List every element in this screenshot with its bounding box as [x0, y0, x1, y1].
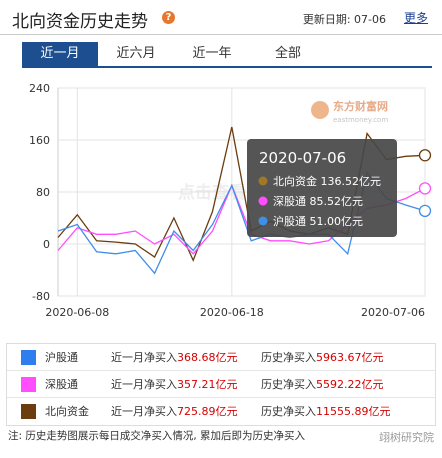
wechat-watermark: 翊树研究院 — [379, 431, 434, 444]
logo-text: 东方财富网 — [333, 99, 388, 113]
tooltip: 2020-07-06 北向资金 136.52亿元深股通 85.52亿元沪股通 51… — [247, 139, 397, 237]
tab-underline — [22, 66, 432, 68]
tab-6m[interactable]: 近六月 — [98, 42, 174, 66]
tooltip-date: 2020-07-06 — [259, 149, 346, 167]
range-tabs: 近一月 近六月 近一年 全部 — [22, 42, 326, 68]
tab-1y[interactable]: 近一年 — [174, 42, 250, 66]
tooltip-row: 深股通 85.52亿元 — [273, 195, 363, 208]
y-tick-label: 240 — [29, 82, 50, 95]
x-tick-label: 2020-06-18 — [200, 306, 264, 319]
tooltip-row: 沪股通 51.00亿元 — [273, 214, 363, 228]
legend-table: 沪股通 近一月净买入368.68亿元 历史净买入5963.67亿元 深股通 近一… — [6, 343, 436, 426]
tooltip-dot — [258, 176, 268, 186]
y-tick-label: 80 — [36, 186, 50, 199]
legend-row: 深股通 近一月净买入357.21亿元 历史净买入5592.22亿元 — [7, 371, 435, 398]
hist-net: 历史净买入11555.89亿元 — [261, 405, 391, 418]
eastmoney-logo-icon — [311, 101, 329, 119]
swatch — [21, 377, 36, 392]
line-chart[interactable]: 240 160 80 0 -80 2020-06-08 2020-06-18 2020-07-… — [0, 70, 442, 332]
x-tick-label: 2020-07-06 — [361, 306, 425, 319]
end-points — [418, 149, 432, 218]
more-link[interactable]: 更多 — [404, 9, 428, 26]
y-tick-label: 0 — [43, 238, 50, 251]
legend-row: 沪股通 近一月净买入368.68亿元 历史净买入5963.67亿元 — [7, 344, 435, 371]
series-name: 沪股通 — [45, 351, 78, 364]
end-point — [418, 204, 432, 218]
swatch — [21, 350, 36, 365]
header: 北向资金历史走势 ? 更新日期: 07-06 更多 — [0, 0, 442, 34]
end-point — [418, 149, 432, 162]
series-name: 北向资金 — [45, 405, 89, 418]
footnote: 注: 历史走势图展示每日成交净买入情况, 累加后即为历史净买入 — [8, 430, 306, 442]
tooltip-dot — [258, 196, 268, 206]
center-watermark: 点击查看 — [178, 182, 246, 203]
swatch — [21, 404, 36, 419]
page-title: 北向资金历史走势 — [12, 12, 148, 32]
tooltip-row: 北向资金 136.52亿元 — [273, 174, 381, 188]
tab-all[interactable]: 全部 — [250, 42, 326, 66]
y-tick-label: -80 — [32, 290, 50, 303]
logo-sub-text: eastmoney.com — [333, 116, 388, 124]
x-tick-label: 2020-06-08 — [45, 306, 109, 319]
header-divider — [0, 34, 442, 35]
y-tick-label: 160 — [29, 134, 50, 147]
update-date: 更新日期: 07-06 — [302, 13, 386, 26]
month-net: 近一月净买入357.21亿元 — [111, 378, 238, 391]
tab-1m[interactable]: 近一月 — [22, 42, 98, 66]
legend-row: 北向资金 近一月净买入725.89亿元 历史净买入11555.89亿元 — [7, 398, 435, 425]
end-point — [418, 182, 432, 195]
help-icon[interactable]: ? — [162, 11, 175, 24]
month-net: 近一月净买入368.68亿元 — [111, 351, 238, 364]
tooltip-dot — [258, 216, 268, 226]
series-name: 深股通 — [45, 378, 78, 391]
month-net: 近一月净买入725.89亿元 — [111, 405, 238, 418]
hist-net: 历史净买入5592.22亿元 — [261, 378, 384, 391]
hist-net: 历史净买入5963.67亿元 — [261, 351, 384, 364]
